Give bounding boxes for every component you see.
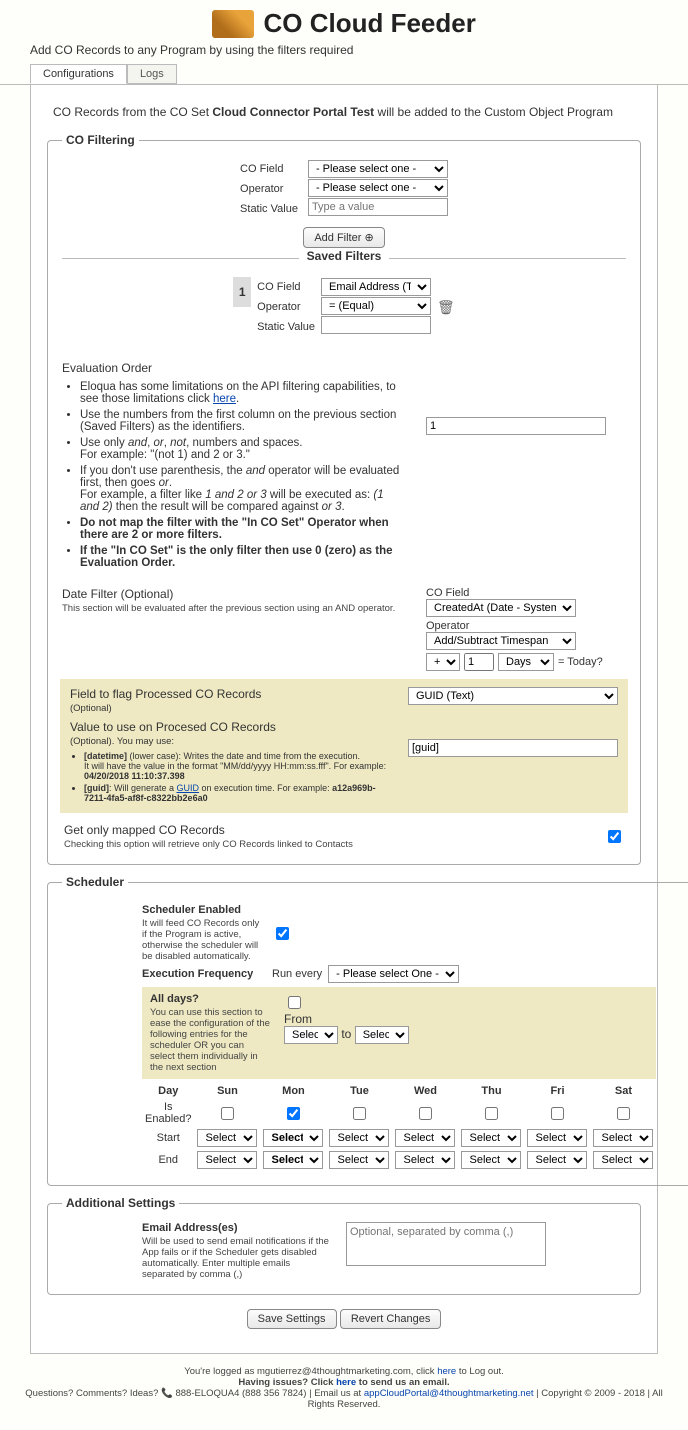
additional-settings-fieldset: Additional Settings Email Address(es) Wi… bbox=[47, 1196, 641, 1295]
additional-legend: Additional Settings bbox=[62, 1196, 179, 1210]
start-sat[interactable]: Select bbox=[593, 1129, 653, 1147]
en-wed[interactable] bbox=[419, 1107, 432, 1120]
lbl-operator: Operator bbox=[240, 179, 298, 199]
date-co-field-select[interactable]: CreatedAt (Date - System) bbox=[426, 599, 576, 617]
get-only-checkbox[interactable] bbox=[608, 830, 621, 843]
logout-link[interactable]: here bbox=[437, 1366, 456, 1377]
filter-index: 1 bbox=[233, 277, 251, 307]
days-table: Day SunMonTueWedThuFriSat Is Enabled? St… bbox=[142, 1083, 656, 1171]
get-only-label: Get only mapped CO Records bbox=[64, 823, 353, 837]
sched-enabled-checkbox[interactable] bbox=[276, 927, 289, 940]
issues-link[interactable]: here bbox=[336, 1377, 356, 1388]
saved-filters-heading: Saved Filters bbox=[299, 249, 390, 263]
unit-select[interactable]: Days bbox=[498, 653, 554, 671]
date-filter-note: This section will be evaluated after the… bbox=[62, 603, 402, 614]
start-thu[interactable]: Select bbox=[461, 1129, 521, 1147]
email-link[interactable]: appCloudPortal@4thoughtmarketing.net bbox=[364, 1388, 534, 1399]
flag-field-select[interactable]: GUID (Text) bbox=[408, 687, 618, 705]
en-fri[interactable] bbox=[551, 1107, 564, 1120]
end-thu[interactable]: Select bbox=[461, 1151, 521, 1169]
freq-select[interactable]: - Please select One - bbox=[328, 965, 459, 983]
emails-textarea[interactable] bbox=[346, 1222, 546, 1266]
footer: You're logged as mgutierrez@4thoughtmark… bbox=[0, 1360, 688, 1430]
en-thu[interactable] bbox=[485, 1107, 498, 1120]
eval-notes: Eloqua has some limitations on the API f… bbox=[80, 381, 402, 569]
static-value-input[interactable] bbox=[308, 198, 448, 216]
all-days-checkbox[interactable] bbox=[288, 996, 301, 1009]
saved-field-select[interactable]: Email Address (Text) bbox=[321, 278, 431, 296]
flag-value-input[interactable] bbox=[408, 739, 618, 757]
saved-static-input[interactable] bbox=[321, 316, 431, 334]
end-wed[interactable]: Select bbox=[395, 1151, 455, 1169]
emails-label: Email Address(es) bbox=[142, 1222, 262, 1234]
en-mon[interactable] bbox=[287, 1107, 300, 1120]
revert-button[interactable]: Revert Changes bbox=[340, 1309, 442, 1329]
eval-order-input[interactable] bbox=[426, 417, 606, 435]
sched-enabled-label: Scheduler Enabled bbox=[142, 904, 262, 916]
end-tue[interactable]: Select bbox=[329, 1151, 389, 1169]
add-filter-button[interactable]: Add Filter ⊕ bbox=[303, 227, 384, 248]
saved-op-select[interactable]: = (Equal) bbox=[321, 297, 431, 315]
en-sat[interactable] bbox=[617, 1107, 630, 1120]
lbl-co-field: CO Field bbox=[240, 159, 298, 179]
eval-order-heading: Evaluation Order bbox=[62, 361, 402, 375]
intro-text: CO Records from the CO Set Cloud Connect… bbox=[53, 105, 641, 119]
operator-select[interactable]: - Please select one - bbox=[308, 179, 448, 197]
start-sun[interactable]: Select bbox=[197, 1129, 257, 1147]
start-mon[interactable]: Select bbox=[263, 1129, 323, 1147]
end-mon[interactable]: Select bbox=[263, 1151, 323, 1169]
lbl-static: Static Value bbox=[240, 199, 298, 219]
en-sun[interactable] bbox=[221, 1107, 234, 1120]
delete-filter-icon[interactable]: 🗑 bbox=[437, 299, 455, 316]
save-button[interactable]: Save Settings bbox=[247, 1309, 337, 1329]
end-fri[interactable]: Select bbox=[527, 1151, 587, 1169]
scheduler-legend: Scheduler bbox=[62, 875, 128, 889]
start-tue[interactable]: Select bbox=[329, 1129, 389, 1147]
tab-configurations[interactable]: Configurations bbox=[30, 64, 127, 84]
page-title: CO Cloud Feeder bbox=[263, 8, 475, 39]
flag-value-heading: Value to use on Procesed CO Records bbox=[70, 720, 388, 734]
tab-logs[interactable]: Logs bbox=[127, 64, 177, 84]
co-filtering-fieldset: CO Filtering CO Field Operator Static Va… bbox=[47, 133, 641, 865]
en-tue[interactable] bbox=[353, 1107, 366, 1120]
logo bbox=[212, 10, 254, 38]
start-wed[interactable]: Select bbox=[395, 1129, 455, 1147]
from-select[interactable]: Select bbox=[284, 1026, 338, 1044]
flag-field-heading: Field to flag Processed CO Records bbox=[70, 687, 388, 701]
to-select[interactable]: Select bbox=[355, 1026, 409, 1044]
subtitle: Add CO Records to any Program by using t… bbox=[0, 41, 688, 63]
end-sun[interactable]: Select bbox=[197, 1151, 257, 1169]
limitations-link[interactable]: here bbox=[213, 393, 236, 405]
pm-select[interactable]: + bbox=[426, 653, 460, 671]
timespan-number[interactable] bbox=[464, 653, 494, 671]
start-fri[interactable]: Select bbox=[527, 1129, 587, 1147]
date-filter-label: Date Filter (Optional) bbox=[62, 587, 402, 601]
date-op-select[interactable]: Add/Subtract Timespan bbox=[426, 632, 576, 650]
scheduler-fieldset: Scheduler Scheduler Enabled It will feed… bbox=[47, 875, 688, 1186]
co-filtering-legend: CO Filtering bbox=[62, 133, 139, 147]
co-field-select[interactable]: - Please select one - bbox=[308, 160, 448, 178]
end-sat[interactable]: Select bbox=[593, 1151, 653, 1169]
